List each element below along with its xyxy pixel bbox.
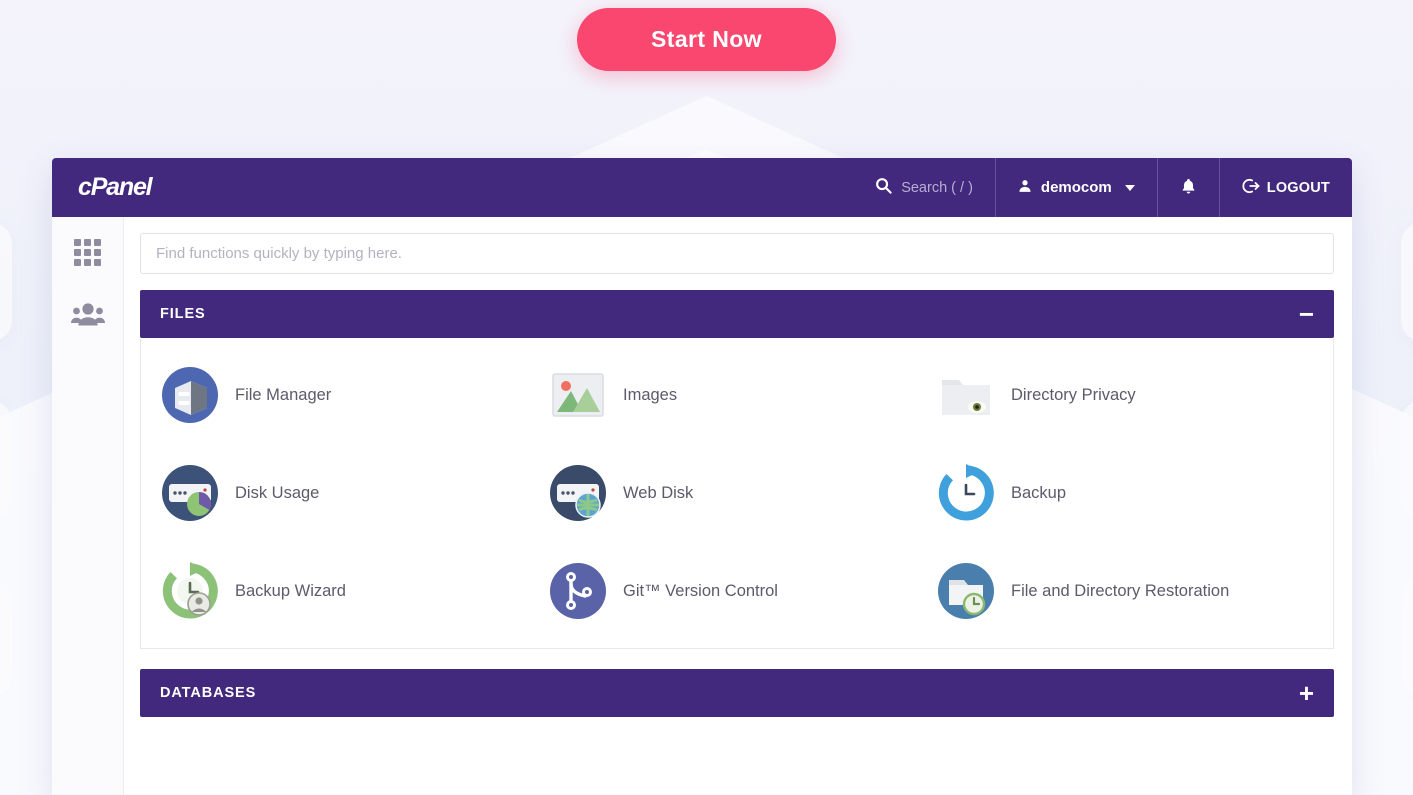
search-placeholder-label: Search ( / ) [901,179,973,196]
tile-file-restoration[interactable]: File and Directory Restoration [931,560,1319,622]
tile-label: Backup [1011,483,1067,502]
tile-git-version-control[interactable]: Git™ Version Control [543,560,931,622]
backup-icon [937,464,995,522]
expand-plus-icon[interactable]: + [1299,680,1314,706]
tile-label: File and Directory Restoration [1011,581,1230,600]
files-tile-grid: File Manager Images Directory Privacy Di… [155,364,1319,622]
tile-label: Images [623,385,678,404]
cpanel-sidebar [52,217,124,795]
header-user-menu[interactable]: democom [994,158,1157,217]
section-databases-title: DATABASES [160,685,257,701]
user-manager-icon [70,302,105,333]
section-files: FILES − File Manager Images Directory Pr… [140,290,1334,649]
tile-label: Git™ Version Control [623,581,778,600]
images-icon [549,366,607,424]
collapse-minus-icon[interactable]: − [1299,301,1314,327]
cta-container: Start Now [0,8,1413,71]
tile-backup-wizard[interactable]: Backup Wizard [155,560,543,622]
user-name-label: democom [1040,179,1112,196]
header-notifications[interactable] [1156,158,1219,217]
header-search[interactable]: Search ( / ) [853,158,995,217]
tile-file-manager[interactable]: File Manager [155,364,543,426]
cpanel-logo-text: cPanel [78,173,153,201]
file-manager-icon [161,366,219,424]
web-disk-icon [549,464,607,522]
decorative-card [1401,222,1413,342]
logout-label: LOGOUT [1266,179,1330,196]
logout-icon [1242,177,1260,199]
search-icon [875,177,892,199]
apps-grid-icon [73,238,103,273]
tile-label: Backup Wizard [235,581,346,600]
section-files-header[interactable]: FILES − [140,290,1334,338]
tile-label: File Manager [235,385,332,404]
directory-privacy-icon [937,366,995,424]
cpanel-console-window: cPanel Search ( / ) democom LOGOUT Find … [52,158,1352,795]
tile-backup[interactable]: Backup [931,462,1319,524]
backup-wizard-icon [161,562,219,620]
cpanel-content: FILES − [124,217,1352,795]
cpanel-logo[interactable]: cPanel [52,158,177,217]
section-databases: DATABASES + [140,669,1334,717]
tile-label: Disk Usage [235,483,320,502]
page-root: Start Now cPanel Search ( / ) democom LO… [0,0,1413,795]
tile-label: Directory Privacy [1011,385,1136,404]
disk-usage-icon [161,464,219,522]
user-icon [1018,178,1032,197]
chevron-down-icon [1124,184,1135,191]
decorative-card [0,222,12,342]
tile-images[interactable]: Images [543,364,931,426]
file-restoration-icon [937,562,995,620]
tile-directory-privacy[interactable]: Directory Privacy [931,364,1319,426]
git-version-control-icon [549,562,607,620]
sidebar-item-apps-grid[interactable] [66,235,110,275]
tile-disk-usage[interactable]: Disk Usage [155,462,543,524]
sidebar-item-user-manager[interactable] [66,297,110,337]
quick-find-input[interactable] [140,233,1334,274]
section-files-body: File Manager Images Directory Privacy Di… [140,338,1334,649]
cpanel-body: FILES − [52,217,1352,795]
section-files-title: FILES [160,306,206,322]
section-databases-header[interactable]: DATABASES + [140,669,1334,717]
bell-icon [1180,177,1197,198]
cpanel-header: cPanel Search ( / ) democom LOGOUT [52,158,1352,217]
start-now-button[interactable]: Start Now [577,8,836,71]
tile-web-disk[interactable]: Web Disk [543,462,931,524]
header-spacer [177,158,853,217]
tile-label: Web Disk [623,483,694,502]
logout-button[interactable]: LOGOUT [1218,158,1352,217]
